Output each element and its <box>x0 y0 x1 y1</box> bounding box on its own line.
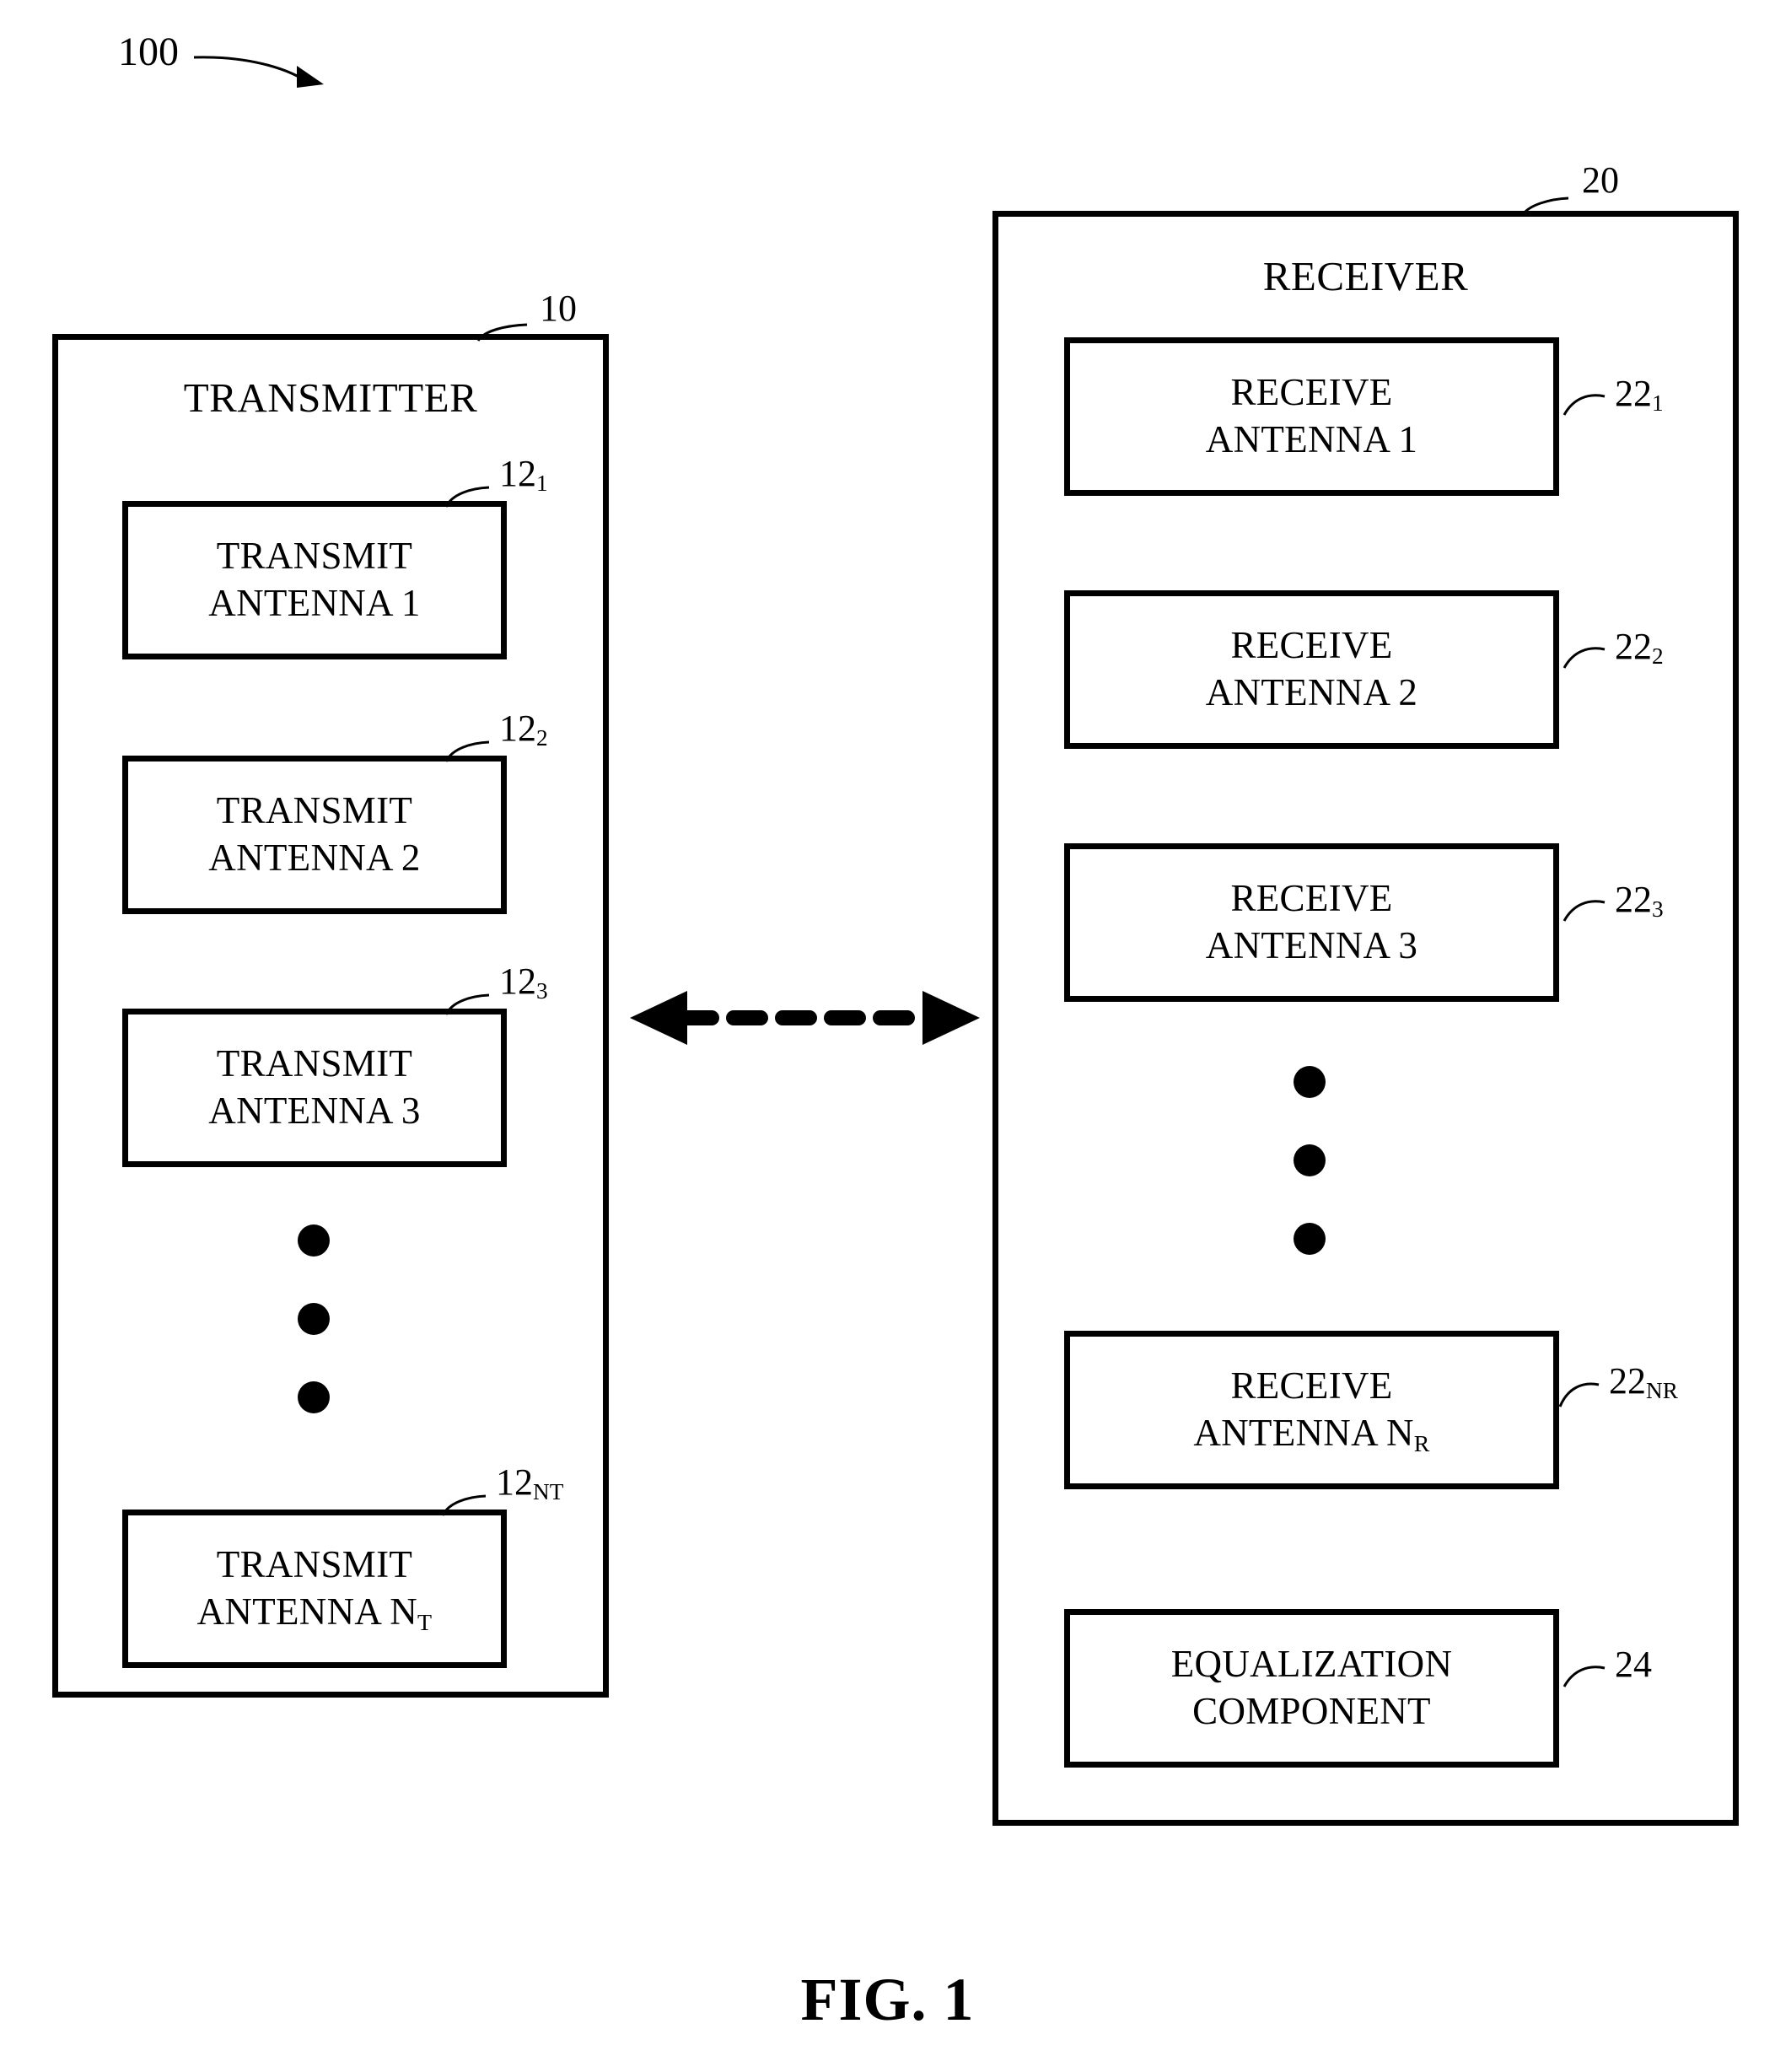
reference-numeral-22-3-sub: 3 <box>1652 896 1664 922</box>
equalization-component-line1: EQUALIZATION <box>1170 1643 1453 1686</box>
reference-numeral-20-text: 20 <box>1582 159 1619 201</box>
reference-numeral-12-1: 121 <box>499 453 548 495</box>
ellipsis-dot <box>1294 1144 1326 1176</box>
reference-numeral-12-nt: 12NT <box>496 1461 564 1504</box>
reference-numeral-22-3-base: 22 <box>1615 879 1652 920</box>
leader-line-100 <box>193 56 311 86</box>
ellipsis-dot <box>1294 1066 1326 1098</box>
transmit-antenna-3-line1: TRANSMIT <box>216 1042 413 1085</box>
reference-numeral-10-text: 10 <box>540 288 577 329</box>
reference-numeral-22-nr-base: 22 <box>1609 1360 1646 1402</box>
receive-antenna-nr-line2-text: ANTENNA N <box>1193 1412 1414 1454</box>
reference-numeral-22-nr-sub: NR <box>1646 1378 1678 1403</box>
transmit-antenna-3-line2: ANTENNA 3 <box>208 1090 421 1132</box>
reference-numeral-22-nr: 22NR <box>1609 1360 1678 1403</box>
ellipsis-dot <box>298 1224 330 1257</box>
figure-caption: FIG. 1 <box>800 1966 975 2033</box>
transmit-antenna-nt-line1: TRANSMIT <box>216 1543 413 1586</box>
receive-antenna-3-line2: ANTENNA 3 <box>1205 924 1418 966</box>
transmit-antenna-2-box: TRANSMIT ANTENNA 2 <box>122 756 507 914</box>
receive-antenna-3-line1: RECEIVE <box>1230 877 1393 920</box>
reference-numeral-22-3: 223 <box>1615 879 1664 921</box>
reference-numeral-22-1-base: 22 <box>1615 373 1652 414</box>
reference-numeral-12-3-base: 12 <box>499 961 536 1002</box>
transmitter-title: TRANSMITTER <box>183 374 478 421</box>
transmit-antenna-1-line1: TRANSMIT <box>216 535 413 578</box>
transmit-antenna-nt-line2: ANTENNA NT <box>197 1589 433 1636</box>
reference-numeral-20: 20 <box>1582 162 1619 199</box>
receive-antenna-nr-line1: RECEIVE <box>1230 1364 1393 1407</box>
transmit-antenna-1-box: TRANSMIT ANTENNA 1 <box>122 501 507 659</box>
reference-numeral-12-nt-base: 12 <box>496 1461 533 1503</box>
reference-numeral-12-2-base: 12 <box>499 708 536 749</box>
receiver-ellipsis <box>1294 1066 1326 1255</box>
transmit-antenna-nt-line2-sub: T <box>417 1609 433 1636</box>
wireless-channel-arrow <box>630 991 980 1045</box>
receive-antenna-2-line2: ANTENNA 2 <box>1205 671 1418 713</box>
equalization-component-box: EQUALIZATION COMPONENT <box>1064 1609 1559 1768</box>
equalization-component-line2: COMPONENT <box>1192 1690 1431 1732</box>
reference-numeral-12-2-sub: 2 <box>536 725 548 751</box>
figure-page: 100 TRANSMITTER 10 TRANSMIT ANTENNA 1 12… <box>0 0 1775 2072</box>
receive-antenna-nr-box: RECEIVE ANTENNA NR <box>1064 1331 1559 1489</box>
receive-antenna-1-box: RECEIVE ANTENNA 1 <box>1064 337 1559 496</box>
reference-numeral-12-2: 122 <box>499 708 548 750</box>
receive-antenna-nr-line2: ANTENNA NR <box>1193 1410 1429 1457</box>
reference-numeral-24-base: 24 <box>1615 1644 1652 1685</box>
reference-numeral-22-2: 222 <box>1615 626 1664 668</box>
reference-numeral-12-nt-sub: NT <box>533 1479 564 1504</box>
reference-numeral-22-1: 221 <box>1615 373 1664 415</box>
transmit-antenna-2-line2: ANTENNA 2 <box>208 837 421 879</box>
reference-numeral-24: 24 <box>1615 1646 1652 1683</box>
transmit-antenna-2-line1: TRANSMIT <box>216 789 413 832</box>
reference-numeral-12-1-sub: 1 <box>536 471 548 496</box>
reference-numeral-22-2-sub: 2 <box>1652 643 1664 669</box>
transmit-antenna-nt-box: TRANSMIT ANTENNA NT <box>122 1510 507 1668</box>
ellipsis-dot <box>1294 1223 1326 1255</box>
ellipsis-dot <box>298 1303 330 1335</box>
reference-numeral-22-1-sub: 1 <box>1652 390 1664 416</box>
transmitter-ellipsis <box>298 1224 330 1413</box>
receive-antenna-1-line2: ANTENNA 1 <box>1205 418 1418 460</box>
receive-antenna-1-line1: RECEIVE <box>1230 371 1393 414</box>
channel-arrowhead-left <box>630 991 687 1045</box>
leader-arrowhead-100 <box>297 66 324 88</box>
reference-numeral-12-3: 123 <box>499 961 548 1003</box>
reference-numeral-12-3-sub: 3 <box>536 978 548 1004</box>
reference-numeral-12-1-base: 12 <box>499 453 536 494</box>
reference-numeral-22-2-base: 22 <box>1615 626 1652 667</box>
receive-antenna-3-box: RECEIVE ANTENNA 3 <box>1064 843 1559 1002</box>
reference-numeral-10: 10 <box>540 290 577 327</box>
ellipsis-dot <box>298 1381 330 1413</box>
reference-numeral-100: 100 <box>118 32 179 73</box>
reference-numeral-100-text: 100 <box>118 30 179 74</box>
receive-antenna-2-line1: RECEIVE <box>1230 624 1393 667</box>
receive-antenna-2-box: RECEIVE ANTENNA 2 <box>1064 590 1559 749</box>
transmit-antenna-nt-line2-text: ANTENNA N <box>196 1590 418 1633</box>
transmit-antenna-3-box: TRANSMIT ANTENNA 3 <box>122 1009 507 1167</box>
receiver-title: RECEIVER <box>1262 253 1469 299</box>
channel-arrowhead-right <box>922 991 980 1045</box>
transmit-antenna-1-line2: ANTENNA 1 <box>208 582 421 624</box>
receive-antenna-nr-line2-sub: R <box>1413 1430 1430 1457</box>
